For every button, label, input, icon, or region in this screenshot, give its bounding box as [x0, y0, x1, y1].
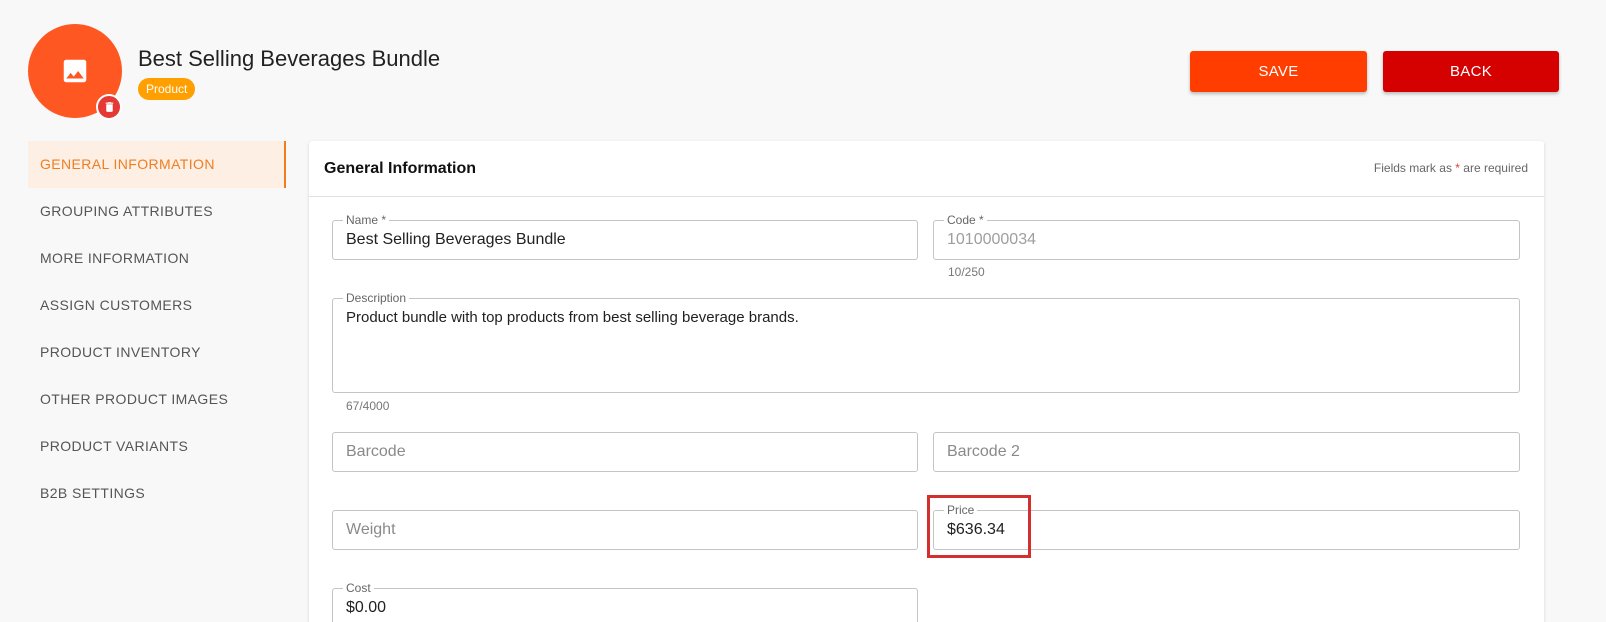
sidebar-item-assign-customers[interactable]: ASSIGN CUSTOMERS — [28, 282, 286, 329]
description-char-counter: 67/4000 — [346, 399, 390, 413]
required-note-prefix: Fields mark as — [1373, 161, 1456, 175]
code-field-value: 1010000034 — [947, 231, 1036, 248]
sidebar-item-product-variants[interactable]: PRODUCT VARIANTS — [28, 423, 286, 470]
sidebar-item-grouping-attributes[interactable]: GROUPING ATTRIBUTES — [28, 188, 286, 235]
name-field-value: Best Selling Beverages Bundle — [346, 231, 566, 248]
sidebar-item-more-information[interactable]: MORE INFORMATION — [28, 235, 286, 282]
code-field[interactable]: Code * 1010000034 — [933, 213, 1520, 260]
cost-field[interactable]: Cost $0.00 — [332, 581, 918, 622]
trash-icon — [105, 102, 113, 112]
card-title: General Information — [324, 160, 477, 177]
price-field-value: $636.34 — [947, 521, 1005, 538]
description-field[interactable]: Description Product bundle with top prod… — [332, 291, 1520, 393]
image-icon — [63, 59, 87, 83]
sidebar-item-other-product-images[interactable]: OTHER PRODUCT IMAGES — [28, 376, 286, 423]
page-title: Best Selling Beverages Bundle — [138, 46, 441, 71]
barcode-2-placeholder: Barcode 2 — [947, 443, 1020, 460]
barcode-field[interactable]: Barcode — [332, 432, 918, 472]
weight-placeholder: Weight — [346, 521, 396, 538]
sidebar-item-product-inventory[interactable]: PRODUCT INVENTORY — [28, 329, 286, 376]
sidebar-item-b2b-settings[interactable]: B2B SETTINGS — [28, 470, 286, 517]
description-field-value: Product bundle with top products from be… — [346, 309, 799, 326]
required-fields-note: Fields mark as * are required — [1374, 161, 1528, 175]
price-field-label: Price — [944, 503, 978, 517]
delete-image-button[interactable] — [96, 94, 122, 120]
sidebar-nav: GENERAL INFORMATION GROUPING ATTRIBUTES … — [28, 141, 286, 517]
card-header: General Information Fields mark as * are… — [309, 141, 1544, 197]
required-note-suffix: are required — [1459, 161, 1528, 175]
name-field[interactable]: Name * Best Selling Beverages Bundle — [332, 213, 918, 260]
description-field-label: Description — [343, 291, 410, 305]
code-field-label: Code * — [944, 213, 987, 227]
back-button[interactable]: BACK — [1383, 51, 1559, 92]
save-button[interactable]: SAVE — [1190, 51, 1367, 92]
barcode-2-field[interactable]: Barcode 2 — [933, 432, 1520, 472]
weight-field[interactable]: Weight — [332, 510, 918, 550]
sidebar-item-general-information[interactable]: GENERAL INFORMATION — [28, 141, 286, 188]
cost-field-label: Cost — [343, 581, 374, 595]
product-type-badge: Product — [138, 78, 196, 100]
code-char-counter: 10/250 — [948, 265, 985, 279]
name-field-label: Name * — [343, 213, 390, 227]
barcode-placeholder: Barcode — [346, 443, 406, 460]
price-field[interactable]: Price $636.34 — [933, 503, 1520, 550]
cost-field-value: $0.00 — [346, 599, 387, 616]
